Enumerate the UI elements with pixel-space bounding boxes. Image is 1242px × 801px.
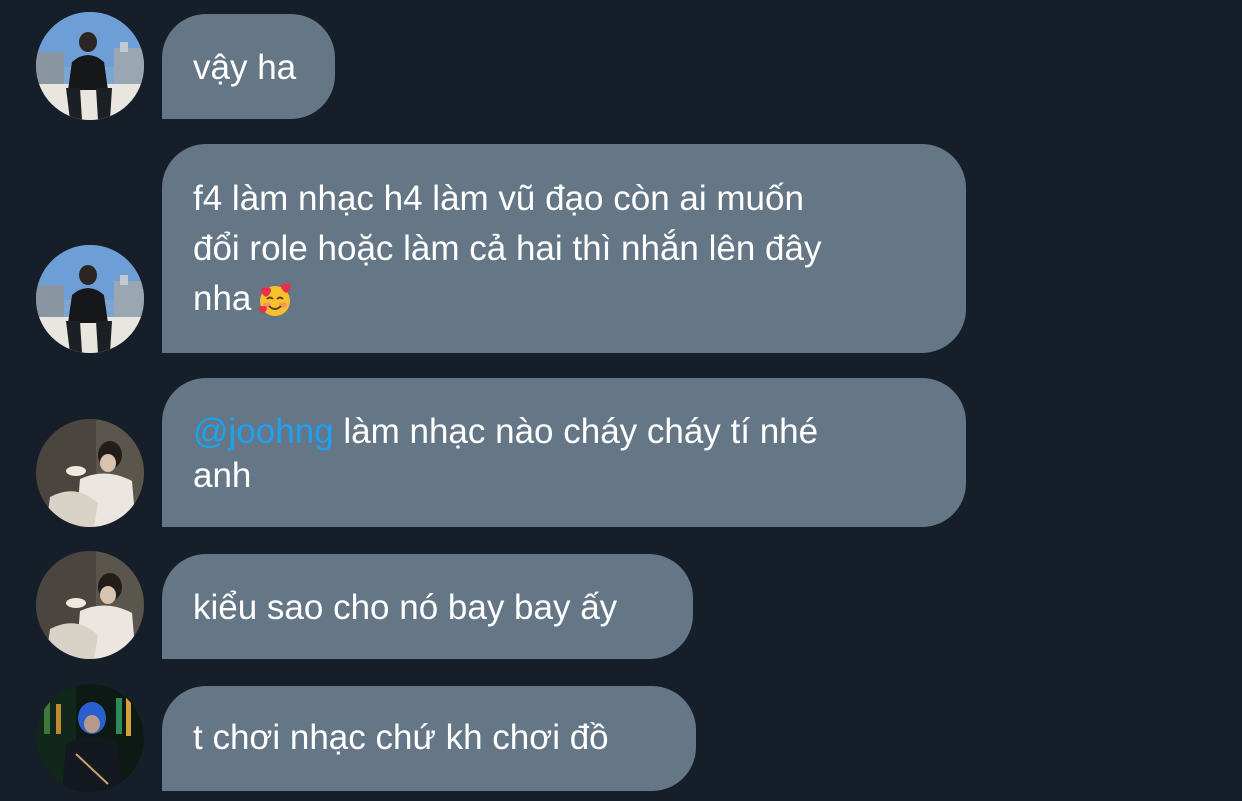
message-text: f4 làm nhạc h4 làm vũ đạo còn ai muốn <box>193 179 804 218</box>
avatar[interactable] <box>36 684 144 792</box>
message-text-line: nha <box>193 274 934 332</box>
avatar[interactable] <box>36 551 144 659</box>
avatar-photo-neon <box>36 684 144 792</box>
avatar[interactable] <box>36 419 144 527</box>
message-text: kiểu sao cho nó bay bay ấy <box>193 588 618 627</box>
avatar-photo-street <box>36 245 144 353</box>
message-text: làm nhạc nào cháy cháy tí nhé <box>333 412 819 451</box>
message-bubble[interactable]: t chơi nhạc chứ kh chơi đồ <box>162 686 696 791</box>
avatar-photo-indoor <box>36 419 144 527</box>
message-text-line: @joohng làm nhạc nào cháy cháy tí nhé <box>193 410 934 454</box>
message-text: nha <box>193 279 252 318</box>
chat-thread: vậy ha f4 làm nhạc h4 làm vũ đạo còn ai … <box>0 0 1242 801</box>
avatar-photo-indoor <box>36 551 144 659</box>
message-text: vậy ha <box>193 48 297 87</box>
message-bubble[interactable]: vậy ha <box>162 14 335 119</box>
avatar-photo-street <box>36 12 144 120</box>
message-text: đổi role hoặc làm cả hai thì nhắn lên đâ… <box>193 229 822 268</box>
avatar[interactable] <box>36 12 144 120</box>
message-text: t chơi nhạc chứ kh chơi đồ <box>193 718 609 757</box>
smiling-face-with-hearts-icon <box>257 282 293 332</box>
avatar[interactable] <box>36 245 144 353</box>
message-bubble[interactable]: @joohng làm nhạc nào cháy cháy tí nhé an… <box>162 378 966 527</box>
message-bubble[interactable]: kiểu sao cho nó bay bay ấy <box>162 554 693 659</box>
user-mention-link[interactable]: @joohng <box>193 412 334 451</box>
message-bubble[interactable]: f4 làm nhạc h4 làm vũ đạo còn ai muốn đổ… <box>162 144 966 353</box>
message-text: anh <box>193 456 252 495</box>
